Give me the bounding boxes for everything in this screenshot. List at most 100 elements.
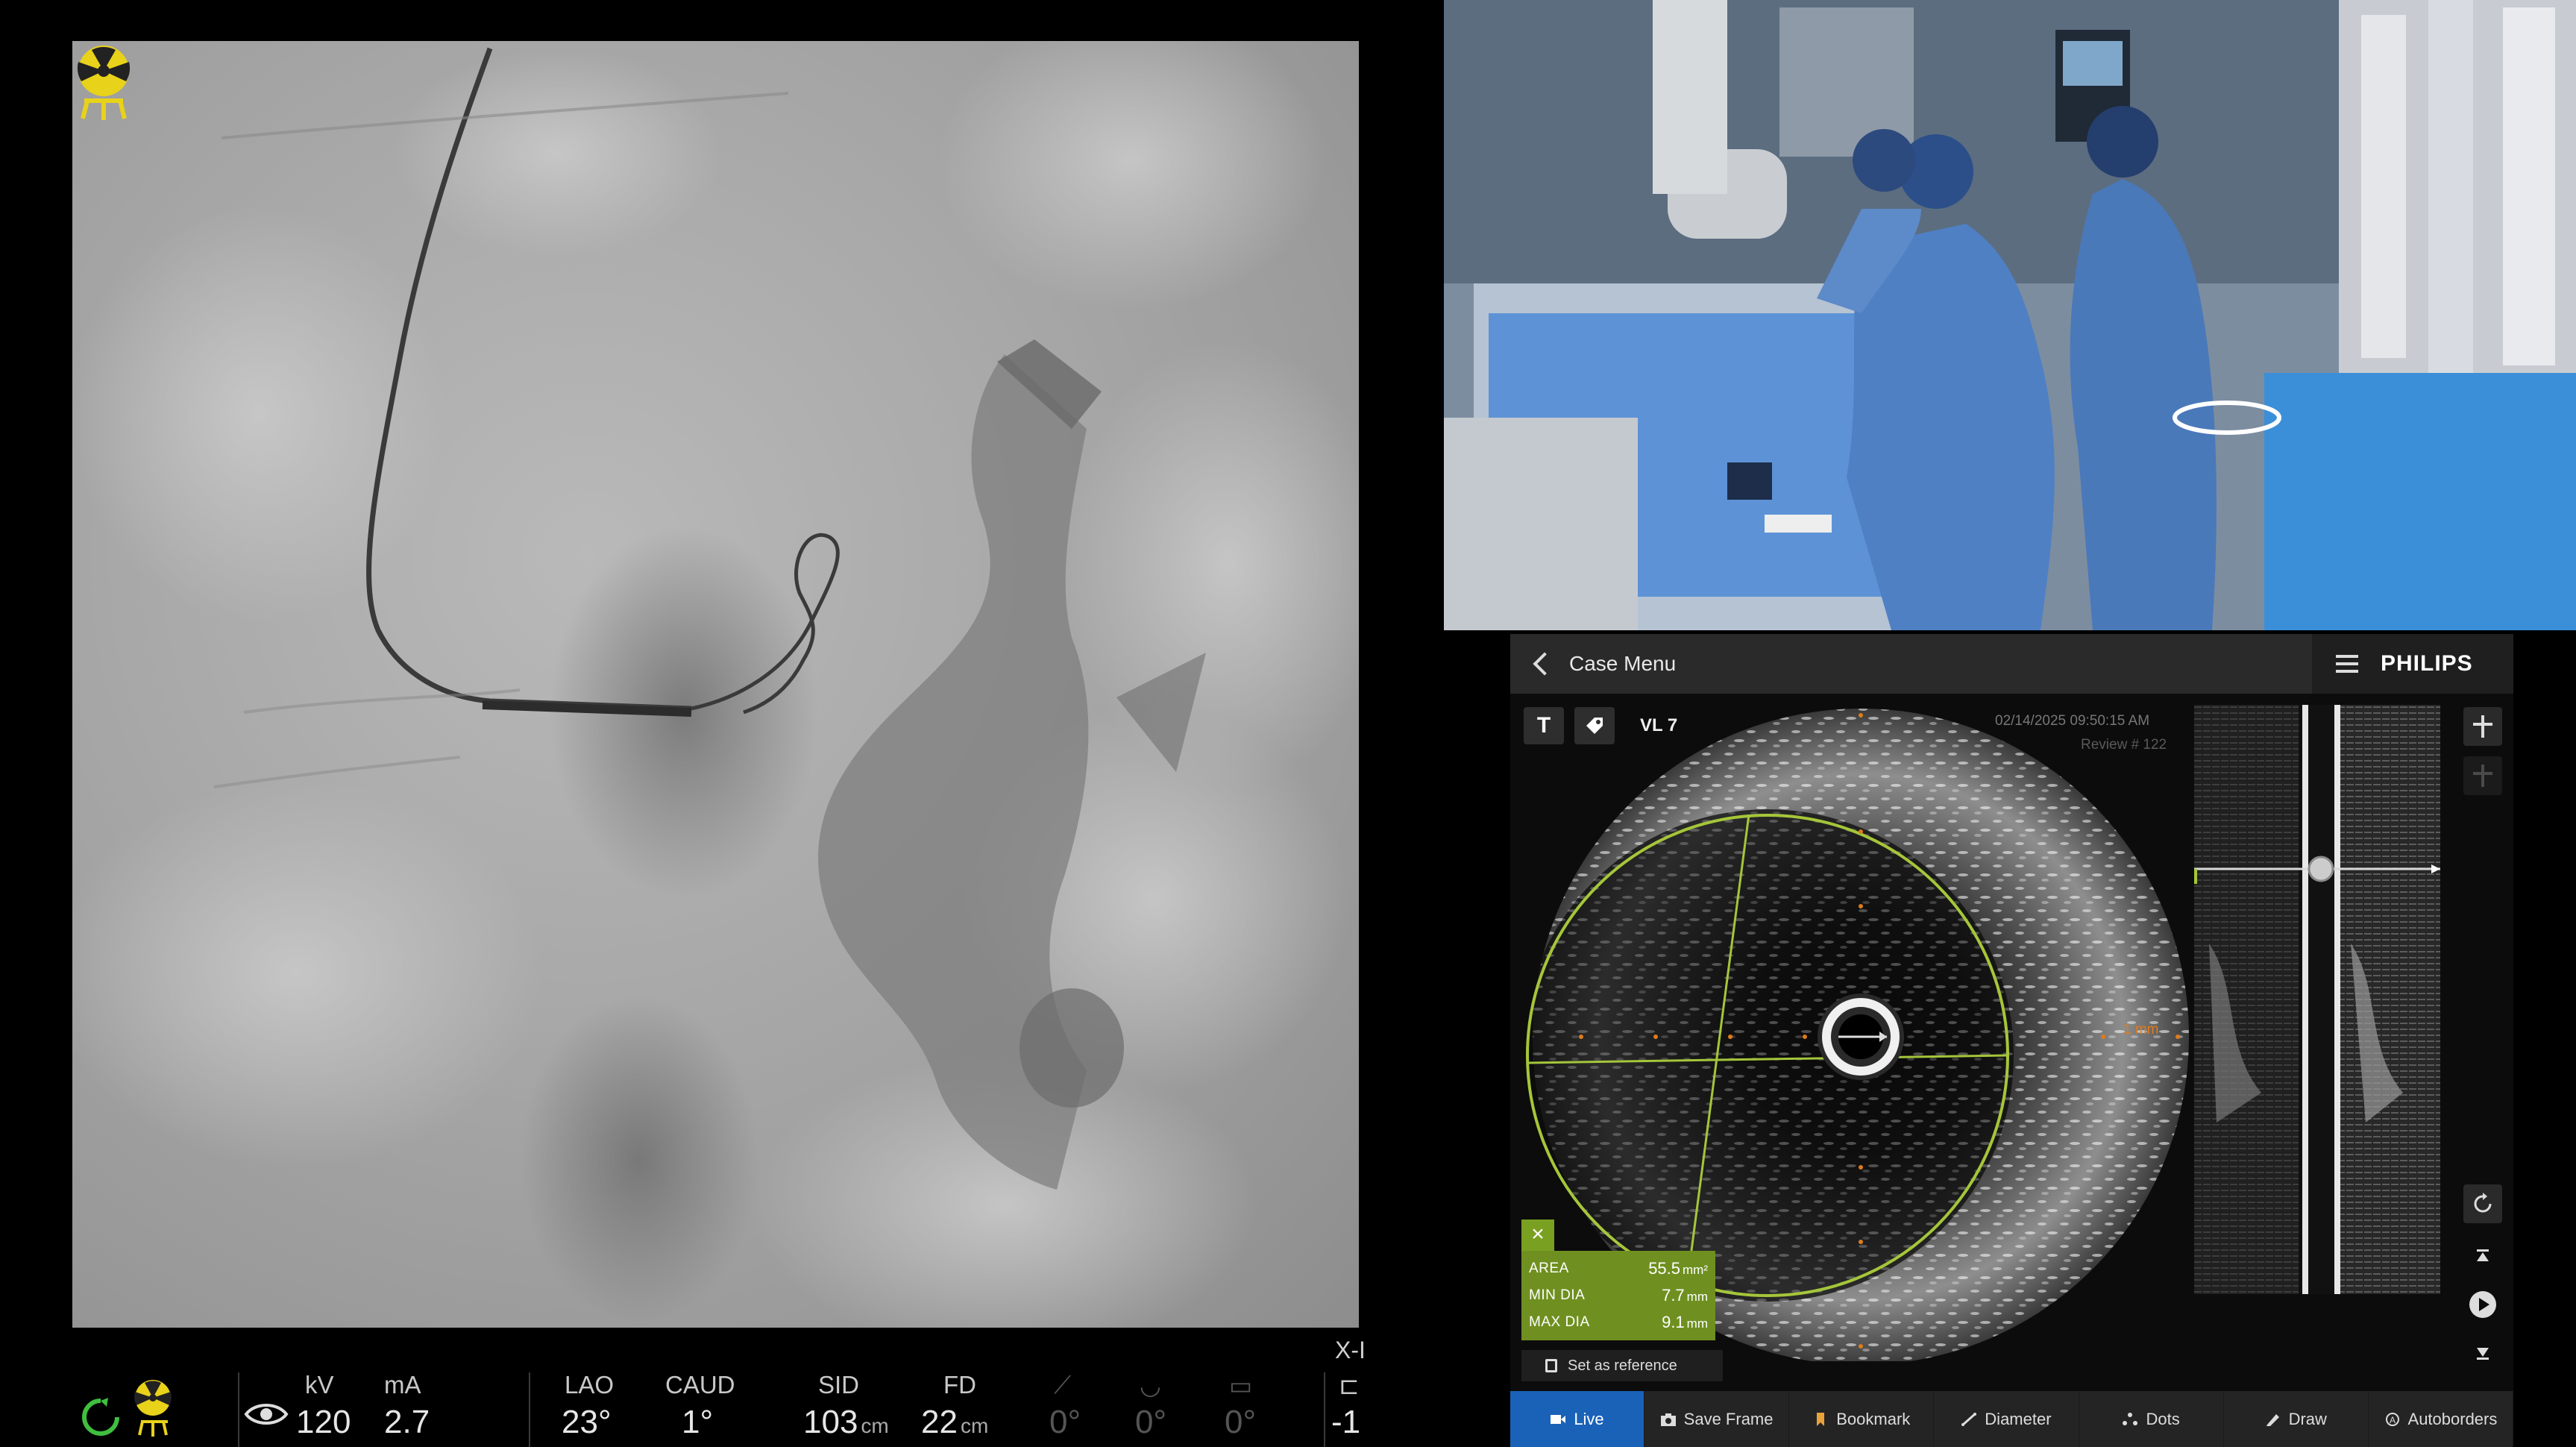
skip-to-start-button[interactable] xyxy=(2463,1237,2502,1275)
measurement-name: MIN DIA xyxy=(1529,1287,1586,1303)
kv-value: 120 xyxy=(296,1404,351,1440)
acquisition-bar: kV 120 mA 2.7 LAO 23° CAUD 1° SID 103 cm … xyxy=(72,1365,1370,1447)
dim-value-2: 0° xyxy=(1135,1404,1167,1440)
screen: X-I kV 120 mA 2.7 LAO 23° CAUD 1° SID 10… xyxy=(0,0,2576,1447)
longitudinal-image xyxy=(2194,705,2440,1294)
header-right: PHILIPS xyxy=(2312,634,2513,694)
eye-icon[interactable] xyxy=(244,1401,289,1428)
set-reference-button[interactable]: Set as reference xyxy=(1521,1350,1723,1381)
measurement-table: AREA 55.5 mm² MIN DIA 7.7 mm MAX DIA 9.1 mm xyxy=(1521,1251,1715,1340)
case-menu-button[interactable]: Case Menu xyxy=(1529,647,1676,680)
fd-label: FD xyxy=(943,1371,976,1399)
chevron-left-icon xyxy=(1533,652,1556,676)
svg-text:A: A xyxy=(2390,1415,2396,1425)
lao-value: 23° xyxy=(562,1404,612,1440)
measurement-panel: × AREA 55.5 mm² MIN DIA 7.7 mm MAX DIA 9.1… xyxy=(1521,1220,1715,1340)
live-label: Live xyxy=(1574,1409,1604,1428)
camera-icon xyxy=(1660,1413,1676,1426)
fd-number: 22 xyxy=(921,1404,958,1440)
room-camera-feed xyxy=(1444,0,2576,630)
diameter-label: Diameter xyxy=(1985,1409,2052,1428)
operating-room-scene xyxy=(1444,0,2576,630)
kv-label: kV xyxy=(305,1371,334,1399)
bookmark-button[interactable]: Bookmark xyxy=(1789,1391,1935,1447)
radiation-icon xyxy=(134,1380,172,1437)
dots-icon xyxy=(2123,1412,2138,1425)
longitudinal-view[interactable] xyxy=(2194,705,2440,1294)
skip-to-end-icon xyxy=(2477,1348,2489,1360)
draw-icon xyxy=(2266,1413,2279,1426)
sid-number: 103 xyxy=(803,1404,858,1440)
measurement-name: MAX DIA xyxy=(1529,1314,1590,1330)
play-icon xyxy=(2469,1291,2496,1318)
measurement-row: AREA 55.5 mm² xyxy=(1529,1255,1708,1282)
ma-label: mA xyxy=(384,1371,421,1399)
radiation-warning-icon xyxy=(77,45,131,120)
fluoroscopy-image xyxy=(72,41,1359,1328)
hamburger-menu-icon[interactable] xyxy=(2336,655,2358,673)
sid-value: 103 cm xyxy=(803,1404,889,1441)
fd-value: 22 cm xyxy=(921,1404,988,1441)
dim-value-1: 0° xyxy=(1049,1404,1081,1440)
tilt-icon: ⟋ xyxy=(1054,1371,1072,1399)
measurement-value: 9.1 mm xyxy=(1662,1313,1708,1332)
edge-value: -1 xyxy=(1331,1404,1361,1440)
ivus-panel: Case Menu PHILIPS T VL 7 02/14/2025 09:5… xyxy=(1510,634,2514,1447)
case-menu-label: Case Menu xyxy=(1569,652,1677,675)
measurement-value: 55.5 mm² xyxy=(1648,1259,1708,1278)
close-measurement-button[interactable]: × xyxy=(1521,1220,1554,1251)
lock-icon xyxy=(1545,1359,1557,1372)
max-dia-unit: mm xyxy=(1686,1316,1708,1331)
dots-button[interactable]: Dots xyxy=(2079,1391,2224,1447)
save-frame-label: Save Frame xyxy=(1683,1409,1774,1428)
measurement-value: 7.7 mm xyxy=(1662,1286,1708,1305)
draw-label: Draw xyxy=(2288,1409,2327,1428)
skip-to-start-icon xyxy=(2477,1249,2489,1261)
brand-logo: PHILIPS xyxy=(2381,651,2473,676)
remove-marker-button[interactable] xyxy=(2463,756,2502,795)
ma-value: 2.7 xyxy=(384,1404,430,1440)
autoborders-label: Autoborders xyxy=(2407,1409,2498,1428)
marker-icon xyxy=(2473,765,2492,787)
fd-unit: cm xyxy=(960,1414,989,1437)
xray-corner-label: X-I xyxy=(1335,1337,1366,1363)
rotate-button[interactable] xyxy=(2463,1184,2502,1223)
sid-unit: cm xyxy=(861,1414,889,1437)
rotate-icon xyxy=(2474,1193,2492,1213)
scale-label: 1 mm xyxy=(2123,1022,2159,1038)
area-unit: mm² xyxy=(1683,1263,1708,1277)
play-button[interactable] xyxy=(2463,1285,2502,1324)
set-reference-label: Set as reference xyxy=(1568,1357,1677,1374)
table-icon: ▭ xyxy=(1229,1372,1253,1399)
ruler-icon xyxy=(1961,1412,1977,1426)
min-dia-value: 7.7 xyxy=(1662,1286,1685,1305)
measurement-row: MIN DIA 7.7 mm xyxy=(1529,1282,1708,1309)
skip-to-end-button[interactable] xyxy=(2463,1334,2502,1372)
caud-value: 1° xyxy=(682,1404,714,1440)
max-dia-value: 9.1 xyxy=(1662,1313,1685,1331)
measurement-row: MAX DIA 9.1 mm xyxy=(1529,1309,1708,1336)
draw-button[interactable]: Draw xyxy=(2224,1391,2369,1447)
autoborders-button[interactable]: A Autoborders xyxy=(2369,1391,2514,1447)
measurement-name: AREA xyxy=(1529,1261,1569,1276)
ivus-action-bar: Live Save Frame Bookmark Diameter Dots D… xyxy=(1510,1391,2514,1447)
rotate-icon: ◡ xyxy=(1140,1372,1161,1399)
diameter-button[interactable]: Diameter xyxy=(1934,1391,2079,1447)
bookmark-label: Bookmark xyxy=(1836,1409,1911,1428)
dots-label: Dots xyxy=(2146,1409,2180,1428)
live-button[interactable]: Live xyxy=(1510,1391,1644,1447)
side-rail xyxy=(2463,707,2502,1363)
marker-icon xyxy=(2473,715,2492,738)
fluoroscopy-anatomy xyxy=(72,41,1359,1328)
caud-label: CAUD xyxy=(665,1371,735,1399)
refresh-icon[interactable] xyxy=(80,1396,122,1438)
bookmark-icon xyxy=(1817,1412,1825,1426)
ivus-header: Case Menu PHILIPS xyxy=(1510,634,2513,694)
add-marker-button[interactable] xyxy=(2463,707,2502,746)
save-frame-button[interactable]: Save Frame xyxy=(1644,1391,1790,1447)
autoborders-icon: A xyxy=(2385,1412,2399,1426)
lao-label: LAO xyxy=(565,1371,615,1399)
divider xyxy=(238,1372,239,1447)
area-value: 55.5 xyxy=(1648,1259,1681,1278)
dim-value-3: 0° xyxy=(1225,1404,1257,1440)
